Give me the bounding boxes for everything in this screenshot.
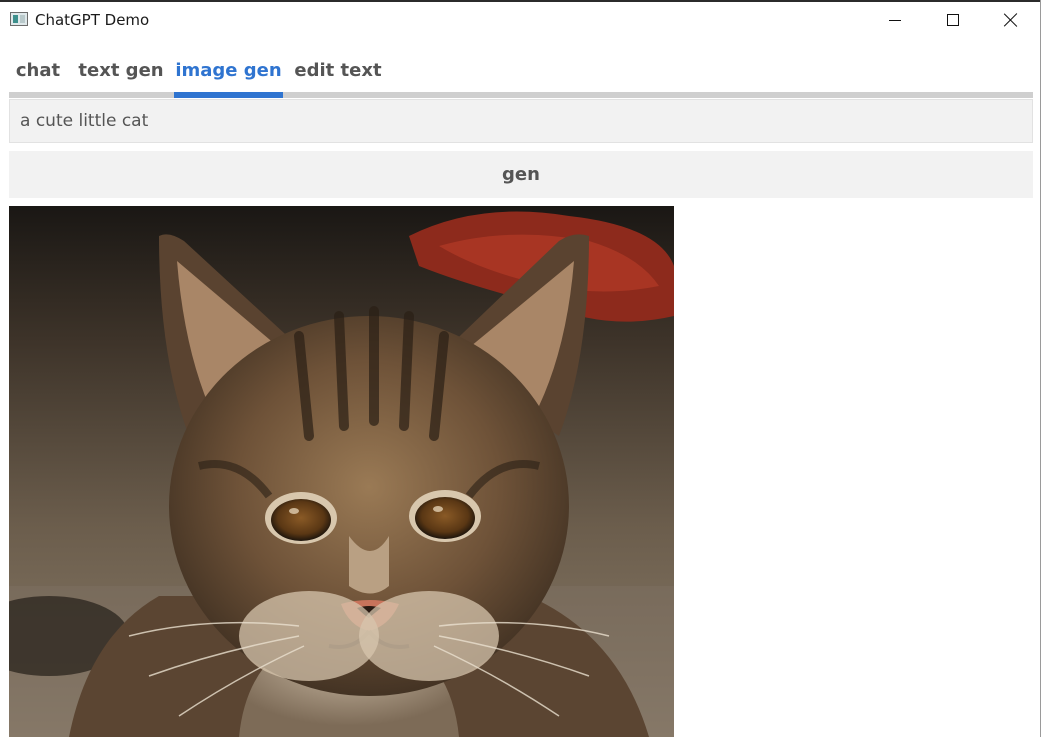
tab-track: [9, 92, 1033, 98]
minimize-button[interactable]: [866, 2, 924, 38]
close-button[interactable]: [982, 2, 1040, 38]
tab-chat[interactable]: chat: [9, 48, 67, 92]
tab-image-gen[interactable]: image gen: [174, 48, 283, 92]
maximize-icon: [947, 14, 959, 26]
minimize-icon: [889, 19, 901, 21]
active-tab-indicator: [174, 92, 283, 98]
prompt-input[interactable]: [9, 99, 1033, 143]
generated-image: [9, 206, 674, 737]
app-window-icon: [10, 12, 28, 26]
tab-text-gen[interactable]: text gen: [75, 48, 167, 92]
title-bar: ChatGPT Demo: [0, 2, 1041, 38]
maximize-button[interactable]: [924, 2, 982, 38]
close-icon: [1004, 13, 1018, 27]
tab-edit-text[interactable]: edit text: [291, 48, 385, 92]
window-title: ChatGPT Demo: [35, 11, 150, 29]
gen-button[interactable]: gen: [9, 151, 1033, 198]
tab-bar: chat text gen image gen edit text: [9, 48, 1033, 98]
